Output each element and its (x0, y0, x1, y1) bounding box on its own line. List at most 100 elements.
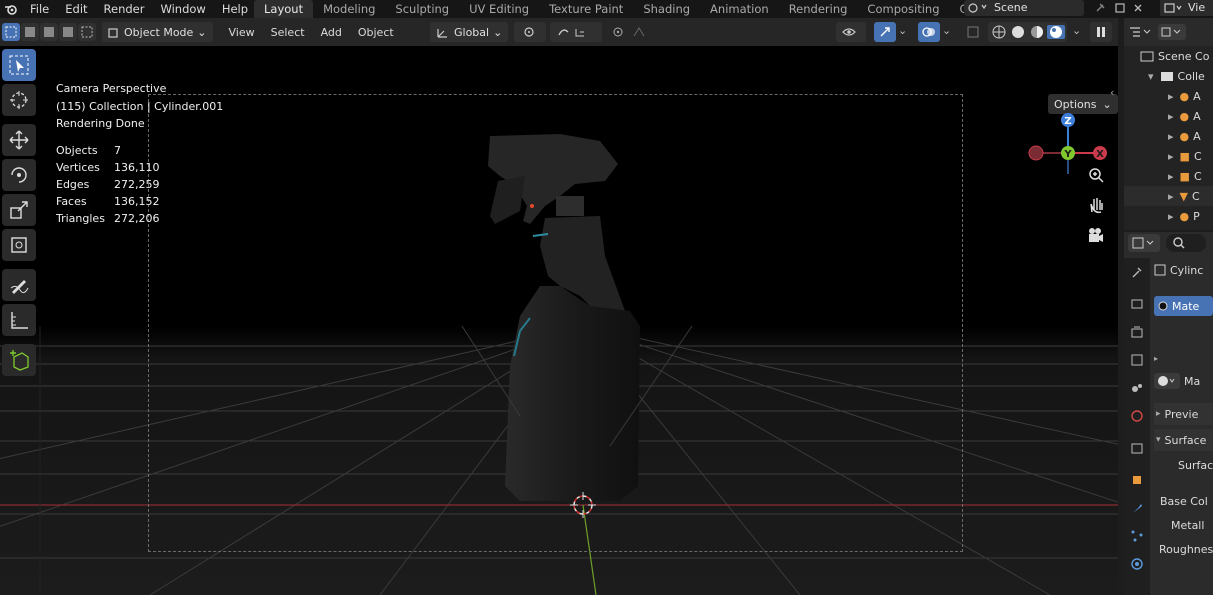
chevron-right-icon[interactable]: ▸ (1168, 210, 1174, 223)
menu-select[interactable]: Select (263, 26, 313, 39)
select-intersect-icon[interactable] (78, 23, 96, 41)
preview-section[interactable]: ▸ Previe (1154, 403, 1213, 425)
zoom-icon[interactable] (1085, 164, 1107, 186)
select-subtract-icon[interactable] (40, 23, 58, 41)
menu-help[interactable]: Help (214, 0, 256, 18)
base-color-field[interactable]: Base Col (1154, 495, 1213, 517)
tab-rendering[interactable]: Rendering (779, 0, 858, 18)
3d-viewport[interactable]: Camera Perspective (115) Collection | Cy… (0, 46, 1118, 595)
modifier-properties-icon[interactable] (1124, 494, 1150, 522)
chevron-right-icon[interactable]: ▸ (1154, 354, 1213, 363)
outliner-scene-collection[interactable]: Scene Co (1124, 46, 1213, 66)
view-layer-field[interactable]: Vie (1160, 0, 1213, 16)
scene-field[interactable]: Scene (964, 0, 1084, 16)
measure-tool-icon[interactable] (2, 304, 36, 336)
menu-view[interactable]: View (221, 26, 263, 39)
outliner-collection[interactable]: ▾ Colle (1124, 66, 1213, 86)
collection-properties-icon[interactable] (1124, 434, 1150, 462)
menu-object[interactable]: Object (350, 26, 402, 39)
transform-orientation-dropdown[interactable]: Global ⌄ (430, 22, 509, 42)
pin-icon[interactable] (1094, 2, 1106, 14)
pan-hand-icon[interactable] (1085, 194, 1107, 216)
tab-texture-paint[interactable]: Texture Paint (539, 0, 633, 18)
camera-view-icon[interactable] (1085, 224, 1107, 246)
list-item[interactable]: ▸ ● P (1124, 206, 1213, 226)
material-shading-icon[interactable] (1028, 25, 1046, 39)
add-cube-tool-icon[interactable] (2, 344, 36, 376)
menu-add[interactable]: Add (313, 26, 350, 39)
snap-icon[interactable] (550, 22, 602, 42)
scene-selector[interactable]: Scene (964, 0, 1084, 16)
output-properties-icon[interactable] (1124, 318, 1150, 346)
tab-modeling[interactable]: Modeling (313, 0, 385, 18)
chevron-right-icon[interactable]: ▸ (1168, 190, 1174, 203)
blender-logo-icon[interactable] (0, 0, 22, 18)
tab-layout[interactable]: Layout (254, 0, 314, 18)
cursor-tool-icon[interactable] (2, 84, 36, 116)
chevron-left-icon[interactable]: ‹ (1110, 86, 1114, 99)
menu-render[interactable]: Render (96, 0, 153, 18)
select-extend-icon[interactable] (21, 23, 39, 41)
material-browse-icon[interactable] (1154, 373, 1180, 389)
list-item[interactable]: ▸ ● A (1124, 86, 1213, 106)
list-item[interactable]: ▸ ● A (1124, 126, 1213, 146)
tab-sculpting[interactable]: Sculpting (385, 0, 459, 18)
proportional-editing-icon[interactable] (606, 22, 658, 42)
display-mode-icon[interactable] (1128, 25, 1152, 39)
chevron-down-icon[interactable]: ⌄ (942, 24, 951, 37)
object-properties-icon[interactable] (1124, 466, 1150, 494)
navigation-gizmo[interactable]: Z Y X (1020, 78, 1116, 174)
physics-properties-icon[interactable] (1124, 550, 1150, 578)
menu-window[interactable]: Window (152, 0, 213, 18)
rotate-tool-icon[interactable] (2, 159, 36, 191)
delete-scene-icon[interactable] (1132, 2, 1144, 14)
list-item[interactable]: ▸ ■ C (1124, 166, 1213, 186)
material-slot-item[interactable]: Mate (1154, 296, 1213, 316)
wireframe-shading-icon[interactable] (990, 25, 1008, 39)
scale-tool-icon[interactable] (2, 194, 36, 226)
surface-field[interactable]: Surfac (1154, 459, 1213, 481)
view-layer-properties-icon[interactable] (1124, 346, 1150, 374)
menu-edit[interactable]: Edit (57, 0, 95, 18)
scene-properties-icon[interactable] (1124, 374, 1150, 402)
metallic-field[interactable]: Metall (1154, 519, 1213, 541)
xray-icon[interactable] (962, 22, 984, 42)
chevron-right-icon[interactable]: ▸ (1168, 170, 1174, 183)
chevron-down-icon[interactable]: ⌄ (898, 24, 907, 37)
annotate-tool-icon[interactable] (2, 269, 36, 301)
tab-compositing[interactable]: Compositing (857, 0, 949, 18)
filter-icon[interactable] (1158, 24, 1186, 40)
select-invert-icon[interactable] (59, 23, 77, 41)
list-item[interactable]: ▸ ■ C (1124, 146, 1213, 166)
pause-render-icon[interactable] (1090, 22, 1112, 42)
pivot-point-icon[interactable] (514, 22, 546, 42)
tab-animation[interactable]: Animation (700, 0, 779, 18)
render-properties-icon[interactable] (1124, 290, 1150, 318)
roughness-field[interactable]: Roughnes (1154, 543, 1213, 565)
particle-properties-icon[interactable] (1124, 522, 1150, 550)
visibility-icon[interactable] (836, 22, 866, 42)
rendered-shading-icon[interactable] (1047, 25, 1065, 39)
solid-shading-icon[interactable] (1009, 25, 1027, 39)
mode-dropdown[interactable]: Object Mode ⌄ (102, 22, 213, 42)
world-properties-icon[interactable] (1124, 402, 1150, 430)
new-scene-icon[interactable] (1114, 2, 1126, 14)
material-datablock-field[interactable]: Ma (1154, 371, 1213, 391)
chevron-right-icon[interactable]: ▸ (1168, 130, 1174, 143)
tab-shading[interactable]: Shading (633, 0, 700, 18)
select-box-tool-icon[interactable] (2, 49, 36, 81)
tab-uv-editing[interactable]: UV Editing (459, 0, 539, 18)
list-item[interactable]: ▸ ▼ C (1124, 186, 1213, 206)
chevron-down-icon[interactable]: ▾ (1148, 70, 1154, 83)
gizmo-toggle-icon[interactable] (874, 22, 896, 42)
select-new-icon[interactable] (2, 23, 20, 41)
chevron-right-icon[interactable]: ▸ (1168, 150, 1174, 163)
overlays-icon[interactable] (918, 22, 940, 42)
surface-section[interactable]: ▾ Surface (1154, 429, 1213, 451)
chevron-down-icon[interactable]: ⌄ (1072, 24, 1081, 37)
editor-type-icon[interactable] (1128, 234, 1160, 252)
list-item[interactable]: ▸ ● A (1124, 106, 1213, 126)
chevron-right-icon[interactable]: ▸ (1168, 90, 1174, 103)
chevron-right-icon[interactable]: ▸ (1168, 110, 1174, 123)
search-icon[interactable] (1166, 234, 1206, 252)
